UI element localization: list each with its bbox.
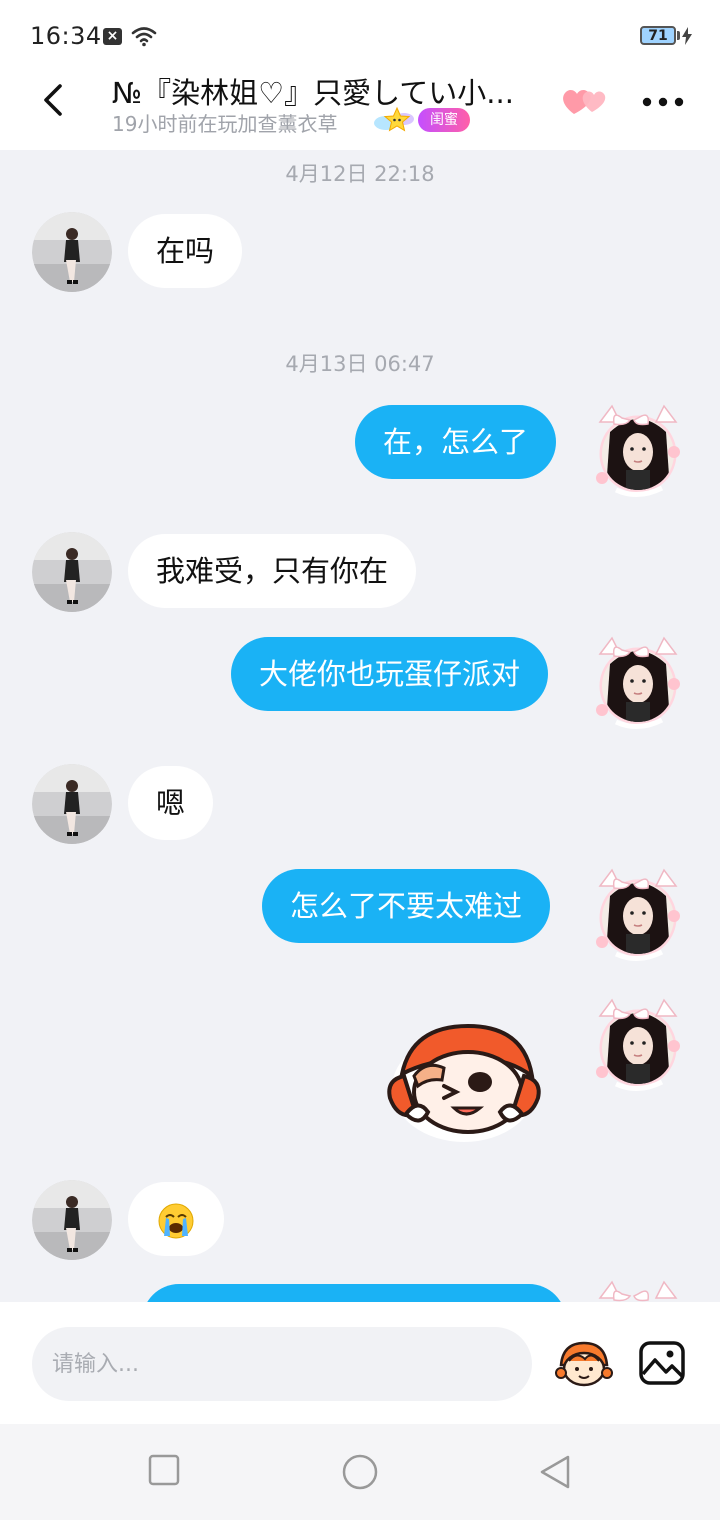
back-nav-icon[interactable] [538,1454,572,1490]
my-avatar[interactable] [590,996,686,1092]
battery-indicator: 71 [640,26,676,45]
chat-messages-area[interactable]: 4月12日 22:18 在吗 4月13日 06:47 在，怎么了 我难受，只有你… [0,150,720,1302]
contact-name-title[interactable]: №『染林姐♡』只愛してい小... [112,70,542,112]
hearts-icon[interactable] [560,84,610,118]
charging-bolt-icon [682,27,692,45]
battery-tip [677,31,680,40]
my-avatar[interactable] [590,866,686,962]
chat-header: №『染林姐♡』只愛してい小... 19小时前在玩加查薰衣草 闺蜜 [0,62,720,150]
incoming-message-bubble[interactable]: 我难受，只有你在 [128,534,417,608]
my-avatar[interactable] [590,634,686,730]
message-timestamp: 4月13日 06:47 [285,352,435,376]
eggy-character-sticker[interactable] [384,1016,544,1146]
image-icon[interactable] [638,1340,686,1386]
contact-activity-subtitle: 19小时前在玩加查薰衣草 [112,112,338,136]
incoming-message-bubble[interactable]: 在吗 [128,214,243,288]
wifi-icon [131,27,157,47]
status-time: 16:34 [30,22,102,50]
home-icon[interactable] [341,1454,379,1490]
contact-avatar[interactable] [32,212,112,292]
bestie-badge: 闺蜜 [418,108,470,132]
my-avatar[interactable] [590,1278,686,1302]
message-input[interactable] [32,1327,532,1401]
star-icon [374,106,414,132]
status-bar: 16:34 × 71 [0,0,720,62]
x-icon: × [103,28,122,45]
my-avatar[interactable] [590,402,686,498]
loudly-crying-emoji [158,1203,194,1239]
back-icon[interactable] [32,78,76,122]
message-timestamp: 4月12日 22:18 [285,162,435,186]
incoming-message-bubble[interactable]: 嗯 [128,766,214,840]
contact-avatar[interactable] [32,1180,112,1260]
contact-avatar[interactable] [32,764,112,844]
recent-apps-icon[interactable] [148,1454,180,1486]
outgoing-message-bubble[interactable]: 大佬你也玩蛋仔派对 [231,637,549,711]
outgoing-message-bubble[interactable]: 怎么了不要太难过 [262,869,551,943]
system-navigation-bar [0,1424,720,1520]
contact-avatar[interactable] [32,532,112,612]
outgoing-message-bubble-partial[interactable] [142,1284,566,1302]
message-input-bar [0,1302,720,1424]
more-options-icon[interactable] [640,92,686,112]
eggy-sticker-icon[interactable] [555,1339,613,1389]
outgoing-message-bubble[interactable]: 在，怎么了 [355,405,557,479]
